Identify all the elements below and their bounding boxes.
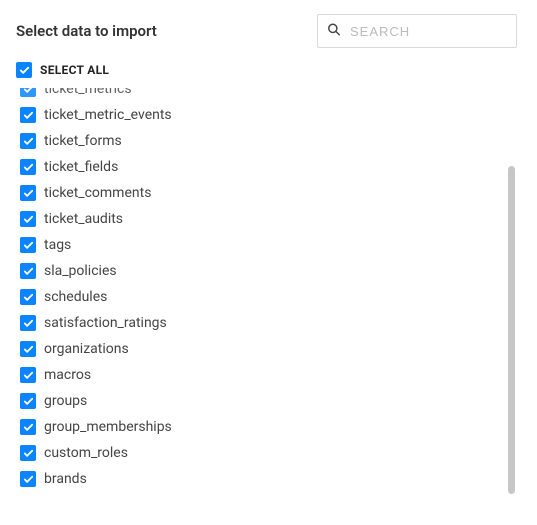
item-label: ticket_audits: [44, 211, 123, 227]
list-item[interactable]: ticket_audits: [20, 206, 509, 232]
item-checkbox[interactable]: [20, 133, 36, 149]
item-checkbox[interactable]: [20, 315, 36, 331]
list-item[interactable]: schedules: [20, 284, 509, 310]
list-item[interactable]: ticket_forms: [20, 128, 509, 154]
list-item[interactable]: ticket_comments: [20, 180, 509, 206]
search-wrapper: [317, 14, 517, 48]
list-item[interactable]: group_memberships: [20, 414, 509, 440]
item-checkbox[interactable]: [20, 419, 36, 435]
item-label: schedules: [44, 289, 107, 305]
item-label: sla_policies: [44, 263, 117, 279]
item-checkbox[interactable]: [20, 393, 36, 409]
item-checkbox[interactable]: [20, 237, 36, 253]
item-label: ticket_forms: [44, 133, 122, 149]
item-label: groups: [44, 393, 87, 409]
list-item[interactable]: satisfaction_ratings: [20, 310, 509, 336]
list-item[interactable]: organizations: [20, 336, 509, 362]
list-item[interactable]: tags: [20, 232, 509, 258]
scrollbar-track[interactable]: [508, 98, 515, 502]
select-all-checkbox[interactable]: [16, 62, 32, 78]
list-item[interactable]: brands: [20, 466, 509, 492]
item-label: ticket_metric_events: [44, 107, 172, 123]
item-checkbox[interactable]: [20, 107, 36, 123]
item-checkbox[interactable]: [20, 367, 36, 383]
list-item[interactable]: ticket_fields: [20, 154, 509, 180]
search-input[interactable]: [317, 14, 517, 48]
list-item[interactable]: groups: [20, 388, 509, 414]
list-item[interactable]: ticket_metrics: [20, 88, 509, 102]
item-label: ticket_comments: [44, 185, 151, 201]
item-label: group_memberships: [44, 419, 172, 435]
select-all-label: SELECT ALL: [40, 63, 109, 77]
item-checkbox[interactable]: [20, 445, 36, 461]
item-checkbox[interactable]: [20, 341, 36, 357]
item-checkbox[interactable]: [20, 88, 36, 97]
item-checkbox[interactable]: [20, 211, 36, 227]
item-label: custom_roles: [44, 445, 128, 461]
item-checkbox[interactable]: [20, 263, 36, 279]
scrollbar-thumb[interactable]: [508, 166, 515, 494]
item-label: satisfaction_ratings: [44, 315, 167, 331]
page-title: Select data to import: [16, 22, 157, 40]
list-item[interactable]: custom_roles: [20, 440, 509, 466]
select-all-row[interactable]: SELECT ALL: [0, 62, 537, 88]
list-item[interactable]: ticket_metric_events: [20, 102, 509, 128]
item-label: ticket_fields: [44, 159, 118, 175]
item-checkbox[interactable]: [20, 289, 36, 305]
item-checkbox[interactable]: [20, 185, 36, 201]
list-item[interactable]: sla_policies: [20, 258, 509, 284]
item-label: brands: [44, 471, 87, 487]
item-label: ticket_metrics: [44, 88, 132, 97]
item-label: tags: [44, 237, 71, 253]
item-label: macros: [44, 367, 91, 383]
data-list: ticket_metrics ticket_metric_eventsticket…: [0, 88, 537, 493]
list-item[interactable]: macros: [20, 362, 509, 388]
item-label: organizations: [44, 341, 129, 357]
item-checkbox[interactable]: [20, 159, 36, 175]
item-checkbox[interactable]: [20, 471, 36, 487]
